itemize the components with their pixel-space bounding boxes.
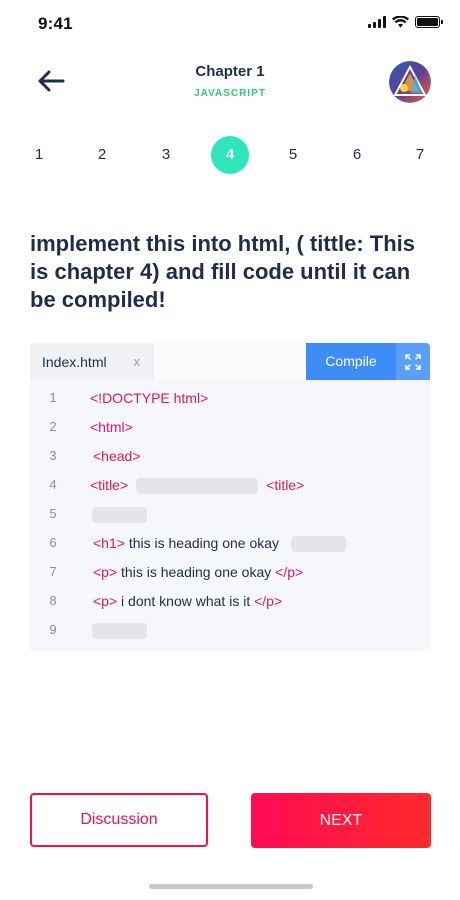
code-line: 1 <!DOCTYPE html> bbox=[30, 387, 430, 409]
code-tag: </p> bbox=[275, 564, 304, 580]
code-text: this is heading one okay bbox=[117, 564, 276, 580]
code-tag: <h1> bbox=[93, 535, 125, 551]
editor-tabbar: Index.html x Compile bbox=[30, 343, 430, 380]
code-tag: <p> bbox=[93, 593, 118, 609]
code-tag: </p> bbox=[254, 593, 283, 609]
code-blank-input[interactable] bbox=[92, 623, 147, 640]
code-content: <p> this is heading one okay </p> bbox=[93, 561, 303, 583]
line-number: 3 bbox=[49, 448, 57, 463]
code-content: <title> <title> bbox=[90, 474, 304, 496]
status-icons bbox=[368, 16, 443, 28]
code-line: 8 <p> i dont know what is it </p> bbox=[30, 590, 430, 612]
code-blank-input[interactable] bbox=[136, 478, 259, 495]
code-text: this is heading one okay bbox=[124, 535, 283, 551]
code-blank-input[interactable] bbox=[290, 536, 346, 553]
code-tag: <!DOCTYPE html> bbox=[90, 390, 209, 406]
line-number: 8 bbox=[49, 593, 57, 608]
avatar-image bbox=[389, 61, 431, 103]
line-number: 4 bbox=[49, 477, 57, 492]
close-tab-icon[interactable]: x bbox=[134, 354, 141, 369]
code-line: 5 bbox=[30, 503, 430, 525]
status-time: 9:41 bbox=[38, 14, 73, 33]
line-number: 1 bbox=[49, 390, 57, 405]
code-content: <p> i dont know what is it </p> bbox=[93, 590, 282, 612]
page-5[interactable]: 5 bbox=[273, 136, 313, 174]
code-content: <h1> this is heading one okay bbox=[93, 532, 346, 554]
page-3[interactable]: 3 bbox=[146, 136, 186, 174]
code-blank-input[interactable] bbox=[92, 507, 147, 524]
code-editor: Index.html x Compile 1 <!DOCTYPE html> 2 <h… bbox=[30, 343, 430, 651]
page-4-active[interactable]: 4 bbox=[211, 136, 249, 174]
code-line: 9 bbox=[30, 619, 430, 641]
file-tab-name: Index.html bbox=[42, 353, 107, 370]
code-content: <head> bbox=[93, 445, 141, 467]
line-number: 6 bbox=[49, 535, 57, 550]
expand-button[interactable] bbox=[396, 343, 430, 380]
status-bar: 9:41 bbox=[0, 0, 460, 48]
discussion-button[interactable]: Discussion bbox=[30, 793, 208, 847]
code-line: 3 <head> bbox=[30, 445, 430, 467]
battery-icon bbox=[415, 16, 443, 28]
code-line: 7 <p> this is heading one okay </p> bbox=[30, 561, 430, 583]
code-line: 4 <title> <title> bbox=[30, 474, 430, 496]
page-7[interactable]: 7 bbox=[400, 136, 440, 174]
next-button[interactable]: NEXT bbox=[251, 793, 431, 848]
code-content: <html> bbox=[90, 416, 133, 438]
code-tag: <head> bbox=[93, 448, 141, 464]
code-content bbox=[92, 619, 147, 641]
line-number: 5 bbox=[49, 506, 57, 521]
file-tab[interactable]: Index.html x bbox=[30, 343, 154, 380]
code-content bbox=[92, 503, 147, 525]
page-2[interactable]: 2 bbox=[82, 136, 122, 174]
code-line: 6 <h1> this is heading one okay bbox=[30, 532, 430, 554]
line-number: 9 bbox=[49, 622, 57, 637]
line-number: 2 bbox=[49, 419, 57, 434]
compile-button[interactable]: Compile bbox=[306, 343, 396, 380]
chapter-pager: 1 2 3 4 5 6 7 bbox=[0, 136, 460, 174]
wifi-icon bbox=[392, 16, 409, 28]
code-tag: <title> bbox=[90, 477, 129, 493]
code-line: 2 <html> bbox=[30, 416, 430, 438]
page-6[interactable]: 6 bbox=[337, 136, 377, 174]
home-indicator bbox=[149, 884, 313, 889]
expand-icon bbox=[405, 353, 421, 370]
avatar[interactable] bbox=[389, 61, 431, 103]
code-tag: <html> bbox=[90, 419, 133, 435]
page-1[interactable]: 1 bbox=[19, 136, 59, 174]
question-text: implement this into html, ( tittle: This… bbox=[30, 231, 415, 312]
line-number: 7 bbox=[49, 564, 57, 579]
code-content: <!DOCTYPE html> bbox=[90, 387, 208, 409]
code-tag: <title> bbox=[266, 477, 305, 493]
code-text: i dont know what is it bbox=[117, 593, 255, 609]
cellular-signal-icon bbox=[368, 16, 386, 28]
code-tag: <p> bbox=[93, 564, 118, 580]
